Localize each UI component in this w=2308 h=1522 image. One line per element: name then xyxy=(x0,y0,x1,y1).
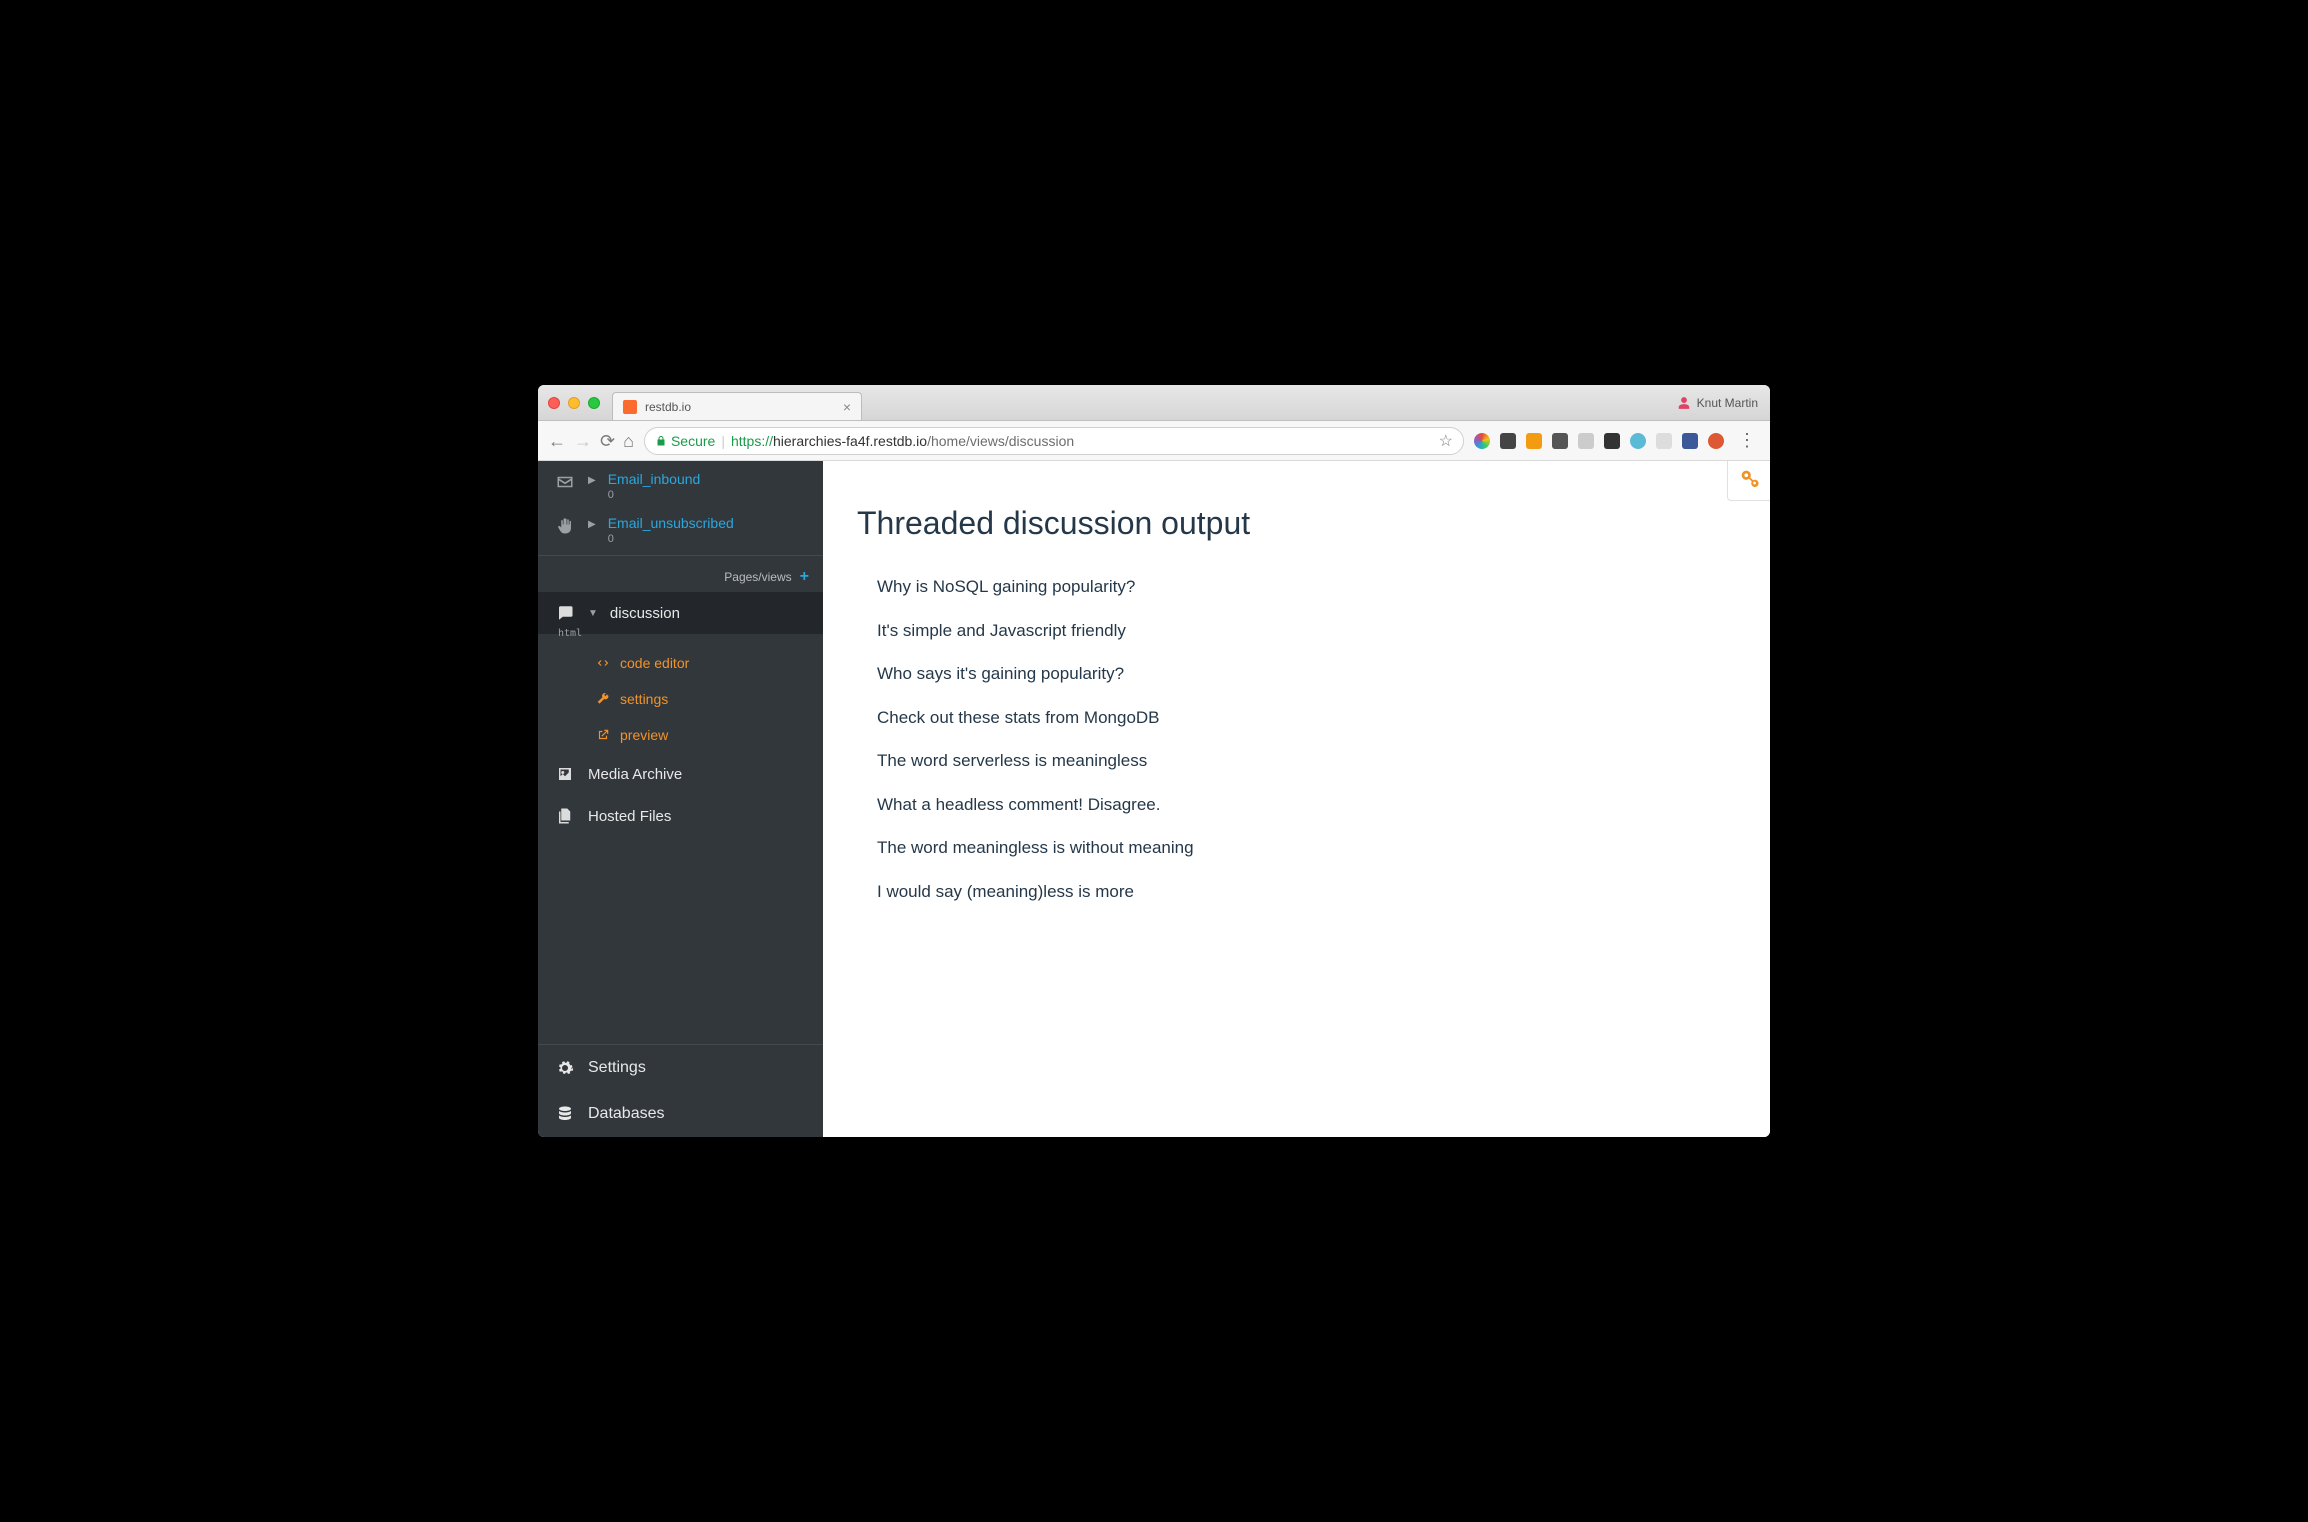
page-settings-button[interactable] xyxy=(1727,461,1770,501)
sidebar-item-hosted-files[interactable]: Hosted Files xyxy=(538,795,823,837)
subnav-label: settings xyxy=(620,691,668,707)
subnav-code-editor[interactable]: code editor xyxy=(538,645,823,681)
extension-icon[interactable] xyxy=(1474,433,1490,449)
main-content: Threaded discussion output Why is NoSQL … xyxy=(823,461,1770,1137)
sidebar-item-media-archive[interactable]: Media Archive xyxy=(538,753,823,795)
traffic-lights xyxy=(548,397,600,409)
chevron-down-icon: ▼ xyxy=(588,608,598,619)
thread-node: The word meaningless is without meaning xyxy=(877,825,1736,869)
subnav-settings[interactable]: settings xyxy=(538,681,823,717)
extension-icon[interactable] xyxy=(1630,433,1646,449)
subnav-label: preview xyxy=(620,727,668,743)
window-titlebar: restdb.io × Knut Martin xyxy=(538,385,1770,421)
thread-node: Check out these stats from MongoDB xyxy=(877,695,1736,739)
database-icon xyxy=(554,1105,576,1123)
caret-right-icon: ▶ xyxy=(588,515,596,530)
extension-icons: ⋮ xyxy=(1474,430,1760,451)
divider xyxy=(538,555,823,556)
sidebar: ▶ Email_inbound 0 ▶ Email_unsubscribed 0… xyxy=(538,461,823,1137)
extension-icon[interactable] xyxy=(1526,433,1542,449)
collection-row[interactable]: ▶ Email_inbound 0 xyxy=(538,461,823,505)
thread-node: Why is NoSQL gaining popularity? xyxy=(877,564,1736,608)
view-type-badge: html xyxy=(538,628,823,645)
hand-icon xyxy=(554,515,576,535)
page-title: Threaded discussion output xyxy=(823,461,1770,564)
url-path: /home/views/discussion xyxy=(927,433,1074,449)
secure-label: Secure xyxy=(671,433,715,449)
extension-icon[interactable] xyxy=(1552,433,1568,449)
collection-count: 0 xyxy=(608,489,807,501)
reload-button[interactable]: ⟳ xyxy=(600,432,615,450)
tab-title: restdb.io xyxy=(645,400,691,414)
url-protocol: https:// xyxy=(731,433,773,449)
sidebar-item-label: Hosted Files xyxy=(588,808,671,825)
bookmark-star-icon[interactable]: ☆ xyxy=(1439,431,1453,451)
browser-toolbar: ← → ⟳ ⌂ Secure | https://hierarchies-fa4… xyxy=(538,421,1770,461)
extension-icon[interactable] xyxy=(1708,433,1724,449)
favicon-icon xyxy=(623,400,637,414)
extension-icon[interactable] xyxy=(1500,433,1516,449)
thread-node: Who says it's gaining popularity? xyxy=(877,651,1736,695)
collection-name: Email_unsubscribed xyxy=(608,515,807,531)
home-button[interactable]: ⌂ xyxy=(623,432,634,450)
add-view-button[interactable]: + xyxy=(800,568,809,586)
browser-menu-button[interactable]: ⋮ xyxy=(1734,430,1760,451)
sidebar-footer: Settings Databases xyxy=(538,1044,823,1137)
nav-buttons: ← → ⟳ ⌂ xyxy=(548,432,634,450)
content-area: ▶ Email_inbound 0 ▶ Email_unsubscribed 0… xyxy=(538,461,1770,1137)
window-zoom-button[interactable] xyxy=(588,397,600,409)
lock-icon xyxy=(655,435,667,447)
tab-strip: restdb.io × xyxy=(612,385,1760,420)
subnav-preview[interactable]: preview xyxy=(538,717,823,753)
files-icon xyxy=(554,807,576,825)
browser-tab[interactable]: restdb.io × xyxy=(612,392,862,420)
sidebar-item-settings[interactable]: Settings xyxy=(538,1045,823,1091)
window-minimize-button[interactable] xyxy=(568,397,580,409)
extension-icon[interactable] xyxy=(1682,433,1698,449)
extension-icon[interactable] xyxy=(1578,433,1594,449)
mail-icon xyxy=(554,471,576,491)
address-bar[interactable]: Secure | https://hierarchies-fa4f.restdb… xyxy=(644,427,1464,455)
url-host: hierarchies-fa4f.restdb.io xyxy=(773,433,927,449)
caret-right-icon: ▶ xyxy=(588,471,596,486)
gear-icon xyxy=(554,1059,576,1077)
thread-node: It's simple and Javascript friendly xyxy=(877,608,1736,652)
browser-window: restdb.io × Knut Martin ← → ⟳ ⌂ Secure |… xyxy=(538,385,1770,1137)
pages-views-label: Pages/views xyxy=(724,570,791,584)
sidebar-item-databases[interactable]: Databases xyxy=(538,1091,823,1137)
collection-count: 0 xyxy=(608,533,807,545)
collection-row[interactable]: ▶ Email_unsubscribed 0 xyxy=(538,505,823,549)
thread-node: The word serverless is meaningless xyxy=(877,738,1736,782)
extension-icon[interactable] xyxy=(1604,433,1620,449)
wrench-icon xyxy=(596,692,610,706)
forward-button[interactable]: → xyxy=(574,432,592,450)
collection-name: Email_inbound xyxy=(608,471,807,487)
window-close-button[interactable] xyxy=(548,397,560,409)
sidebar-item-label: Databases xyxy=(588,1105,665,1123)
tab-close-button[interactable]: × xyxy=(843,399,851,415)
image-icon xyxy=(554,765,576,783)
thread-node: I would say (meaning)less is more xyxy=(877,869,1736,913)
sidebar-item-label: discussion xyxy=(610,605,680,622)
code-icon xyxy=(596,656,610,670)
extension-icon[interactable] xyxy=(1656,433,1672,449)
sidebar-item-label: Media Archive xyxy=(588,766,682,783)
external-link-icon xyxy=(596,728,610,742)
subnav-label: code editor xyxy=(620,655,689,671)
gears-icon xyxy=(1738,467,1760,489)
back-button[interactable]: ← xyxy=(548,432,566,450)
sidebar-item-label: Settings xyxy=(588,1059,646,1077)
profile-icon xyxy=(1677,396,1691,410)
chat-icon xyxy=(554,604,576,622)
profile-indicator[interactable]: Knut Martin xyxy=(1677,385,1758,421)
thread-node: What a headless comment! Disagree. xyxy=(877,782,1736,826)
thread-container: Why is NoSQL gaining popularity?It's sim… xyxy=(823,564,1770,942)
pages-views-header: Pages/views + xyxy=(538,562,823,592)
profile-name: Knut Martin xyxy=(1697,396,1758,410)
secure-indicator: Secure xyxy=(655,433,715,449)
